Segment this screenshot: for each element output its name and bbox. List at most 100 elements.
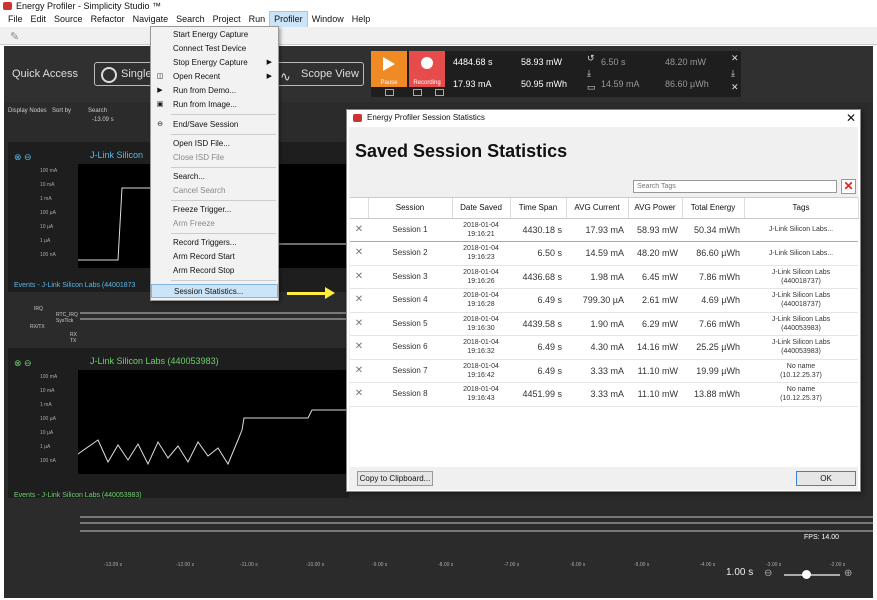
delete-row-icon[interactable]: ✕ — [350, 288, 368, 313]
column-header[interactable]: Time Span — [510, 198, 567, 219]
session-name: Session 6 — [368, 335, 452, 360]
save-icon[interactable]: ⤓ — [587, 68, 591, 79]
time-span: 4439.58 s — [510, 312, 566, 336]
column-header[interactable]: Session — [368, 198, 453, 219]
menu-item-run-from-image[interactable]: ▣ Run from Image... — [151, 98, 278, 112]
y-tick-label: 100 µA — [40, 416, 56, 422]
session-table: Session Date Saved Time Span AVG Current… — [350, 197, 859, 467]
display-nodes-button[interactable]: Display Nodes — [8, 108, 47, 114]
avg-power: 11.10 mW — [628, 382, 682, 407]
tag-line: (440053983) — [781, 348, 821, 356]
delete-row-icon[interactable]: ✕ — [350, 265, 368, 289]
menu-file[interactable]: File — [4, 12, 27, 27]
time-tick: -12.00 s — [176, 562, 195, 568]
menu-item-stop-energy-capture[interactable]: Stop Energy Capture ▶ — [151, 56, 278, 70]
table-row[interactable]: ✕ Session 1 2018-01-04 19:16:21 4430.18 s 17.… — [350, 217, 858, 242]
menu-item-start-energy-capture[interactable]: Start Energy Capture — [151, 28, 278, 42]
search-button[interactable]: Search — [88, 108, 107, 114]
column-header[interactable]: AVG Power — [628, 198, 683, 219]
column-header[interactable]: Tags — [744, 198, 859, 219]
menu-item-connect-test-device[interactable]: Connect Test Device — [151, 42, 278, 56]
zoom-slider[interactable] — [784, 570, 840, 579]
menu-item-search[interactable]: Search... — [151, 170, 278, 184]
table-row[interactable]: ✕ Session 8 2018-01-04 19:16:43 4451.99 s 3.3… — [350, 382, 858, 407]
date-saved: 2018-01-04 19:16:30 — [452, 312, 510, 336]
delete-row-icon[interactable]: ✕ — [350, 335, 368, 360]
table-row[interactable]: ✕ Session 4 2018-01-04 19:16:28 6.49 s 799.30… — [350, 288, 858, 313]
time-span: 6.50 s — [510, 241, 566, 266]
menu-item-open-recent[interactable]: ◫ Open Recent ▶ — [151, 70, 278, 84]
collapse-icon[interactable]: ✕ — [731, 82, 739, 93]
menu-item-open-isd-file[interactable]: Open ISD File... — [151, 137, 278, 151]
pause-button[interactable]: Pause — [371, 51, 407, 87]
menu-item-arm-record-stop[interactable]: Arm Record Stop — [151, 264, 278, 278]
zoom-in-icon[interactable]: ⊕ — [844, 568, 852, 579]
mini-toggle-icon[interactable] — [435, 89, 444, 96]
save-icon[interactable]: ⤓ — [731, 68, 735, 79]
zoom-out-icon[interactable]: ⊖ — [764, 568, 772, 579]
y-tick-label: 10 mA — [40, 388, 55, 394]
record-button[interactable]: Recording — [409, 51, 445, 87]
session-name: Session 3 — [368, 265, 452, 289]
slider-knob[interactable] — [802, 570, 811, 579]
table-row[interactable]: ✕ Session 7 2018-01-04 19:16:42 6.49 s 3.33 m… — [350, 359, 858, 383]
mini-toggle-icon[interactable] — [413, 89, 422, 96]
track-controls[interactable]: ⊗ ⊖ — [14, 358, 32, 369]
clear-search-button[interactable]: ✕ — [841, 179, 856, 194]
single-mode-button[interactable]: Single- — [94, 62, 155, 86]
delete-row-icon[interactable]: ✕ — [350, 359, 368, 383]
menu-run[interactable]: Run — [245, 12, 270, 27]
menu-navigate[interactable]: Navigate — [129, 12, 173, 27]
export-icon[interactable]: ▭ — [587, 82, 596, 93]
current-plot[interactable] — [77, 370, 349, 474]
zoom-level[interactable]: 1.00 s — [726, 567, 753, 578]
menu-item-record-triggers[interactable]: Record Triggers... — [151, 236, 278, 250]
menu-refactor[interactable]: Refactor — [87, 12, 129, 27]
menu-item-freeze-trigger[interactable]: Freeze Trigger... — [151, 203, 278, 217]
menu-item-end-save-session[interactable]: ⊖ End/Save Session — [151, 118, 278, 132]
column-header[interactable]: Total Energy — [682, 198, 745, 219]
menubar: File Edit Source Refactor Navigate Searc… — [0, 11, 877, 28]
pause-label: Pause — [380, 80, 398, 86]
delete-row-icon[interactable]: ✕ — [350, 382, 368, 407]
delete-row-icon[interactable]: ✕ — [350, 312, 368, 336]
column-header[interactable]: Date Saved — [452, 198, 511, 219]
event-line — [80, 318, 348, 320]
y-tick-label: 100 µA — [40, 210, 56, 216]
menu-item-arm-record-start[interactable]: Arm Record Start — [151, 250, 278, 264]
copy-to-clipboard-button[interactable]: Copy to Clipboard... — [357, 471, 433, 486]
ok-button[interactable]: OK — [796, 471, 856, 486]
time-line: 19:16:26 — [467, 277, 495, 285]
events-header[interactable]: Events - J-Link Silicon Labs (440053983) — [14, 492, 142, 499]
sort-by-button[interactable]: Sort by — [52, 108, 71, 114]
menu-project[interactable]: Project — [209, 12, 245, 27]
table-row[interactable]: ✕ Session 2 2018-01-04 19:16:23 6.50 s 14.59 … — [350, 241, 858, 266]
pen-icon[interactable]: ✎ — [10, 30, 19, 43]
column-header[interactable]: AVG Current — [566, 198, 629, 219]
menu-item-session-statistics[interactable]: Session Statistics... — [151, 284, 278, 298]
events-header[interactable]: Events - J-Link Silicon Labs (44001873 — [14, 282, 135, 289]
menu-window[interactable]: Window — [308, 12, 348, 27]
y-tick-label: 100 nA — [40, 252, 56, 258]
menu-search[interactable]: Search — [172, 12, 209, 27]
menu-help[interactable]: Help — [348, 12, 375, 27]
delete-row-icon[interactable]: ✕ — [350, 217, 368, 242]
table-row[interactable]: ✕ Session 5 2018-01-04 19:16:30 4439.58 s 1.9… — [350, 312, 858, 336]
menu-edit[interactable]: Edit — [27, 12, 51, 27]
close-icon[interactable]: ✕ — [731, 53, 739, 64]
mini-toggle-icon[interactable] — [385, 89, 394, 96]
toolbar-strip: ✎ — [0, 27, 877, 45]
menu-item-run-from-demo[interactable]: ▶ Run from Demo... — [151, 84, 278, 98]
column-header[interactable] — [350, 198, 369, 219]
scope-view-button[interactable]: ∿ Scope View — [274, 62, 364, 86]
table-row[interactable]: ✕ Session 6 2018-01-04 19:16:32 6.49 s 4.30 m… — [350, 335, 858, 360]
avg-current: 14.59 mA — [566, 241, 628, 266]
search-tags-input[interactable] — [633, 180, 837, 193]
menu-source[interactable]: Source — [50, 12, 87, 27]
table-row[interactable]: ✕ Session 3 2018-01-04 19:16:26 4436.68 s 1.9… — [350, 265, 858, 289]
avg-current: 799.30 µA — [566, 288, 628, 313]
reset-icon[interactable]: ↺ — [587, 53, 595, 64]
delete-row-icon[interactable]: ✕ — [350, 241, 368, 266]
track-controls[interactable]: ⊗ ⊖ — [14, 152, 32, 163]
close-icon[interactable]: ✕ — [846, 110, 856, 126]
